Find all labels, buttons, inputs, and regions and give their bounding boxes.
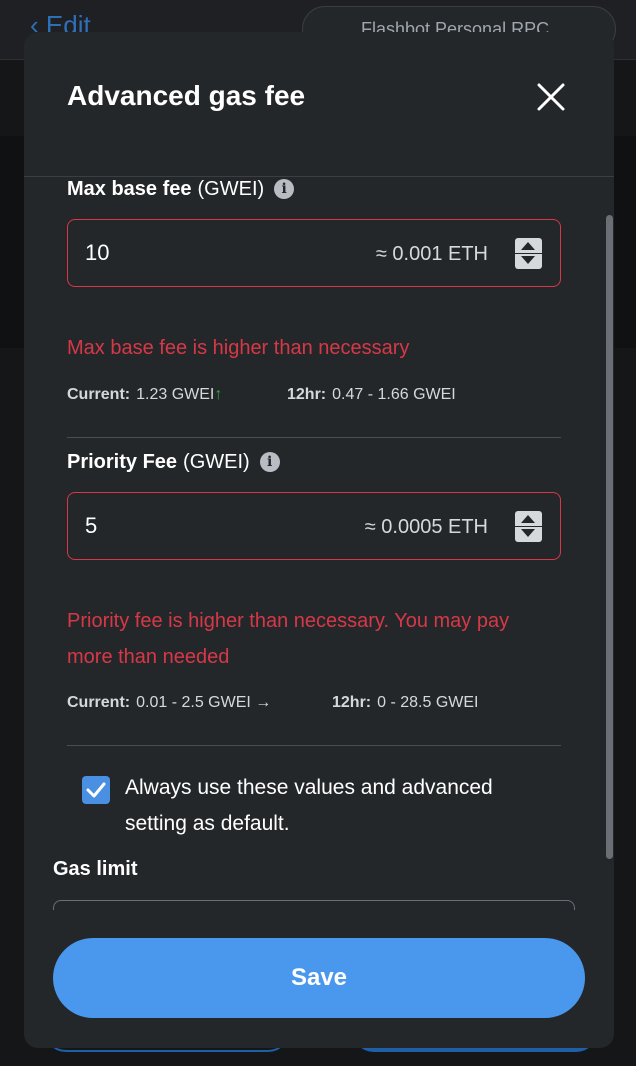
stepper-up-icon[interactable] — [521, 515, 535, 523]
modal-scroll-area[interactable]: Max base fee (GWEI) i 10 ≈ 0.001 ETH Max b… — [24, 178, 614, 910]
stepper-down-icon[interactable] — [521, 529, 535, 537]
checkmark-icon — [86, 782, 106, 798]
modal-title: Advanced gas fee — [67, 80, 306, 111]
close-button[interactable] — [534, 80, 568, 114]
default-values-checkbox-label[interactable]: Always use these values and advanced set… — [125, 770, 545, 842]
section-divider — [67, 437, 561, 438]
info-icon[interactable]: i — [259, 452, 280, 472]
max-base-fee-value[interactable]: 10 — [85, 240, 109, 266]
info-icon[interactable]: i — [274, 179, 295, 199]
close-icon — [537, 83, 565, 111]
max-base-fee-eth-estimate: ≈ 0.001 ETH — [375, 243, 488, 265]
default-values-checkbox[interactable] — [82, 776, 110, 804]
stepper-up-icon[interactable] — [521, 242, 535, 250]
priority-fee-eth-estimate: ≈ 0.0005 ETH — [364, 516, 488, 538]
priority-fee-label: Priority Fee (GWEI) i — [67, 451, 280, 474]
max-base-fee-stats: Current: 1.23 GWEI↑ 12hr: 0.47 - 1.66 GWEI — [67, 386, 456, 403]
priority-fee-stats: Current: 0.01 - 2.5 GWEI → 12hr: 0 - 28.5 … — [67, 694, 479, 711]
max-base-fee-stepper[interactable] — [515, 238, 542, 269]
max-base-fee-label: Max base fee (GWEI) i — [67, 178, 295, 201]
modal-header: Advanced gas fee — [24, 32, 614, 177]
advanced-gas-fee-modal: Advanced gas fee Max base fee (GWEI) i 10 … — [24, 32, 614, 1048]
priority-fee-error: Priority fee is higher than necessary. Y… — [67, 610, 510, 668]
arrow-right-icon: → — [250, 694, 272, 711]
max-base-fee-error: Max base fee is higher than necessary — [67, 337, 410, 359]
priority-fee-stepper[interactable] — [515, 511, 542, 542]
section-divider — [67, 745, 561, 746]
gas-limit-input[interactable]: 100000 — [53, 900, 575, 910]
priority-fee-input[interactable]: 5 ≈ 0.0005 ETH — [67, 492, 561, 560]
scrollbar[interactable] — [606, 215, 613, 859]
arrow-up-icon: ↑ — [214, 386, 223, 403]
priority-fee-value[interactable]: 5 — [85, 513, 97, 539]
gas-limit-label: Gas limit — [53, 858, 138, 880]
stepper-down-icon[interactable] — [521, 256, 535, 264]
save-button[interactable]: Save — [53, 938, 585, 1018]
max-base-fee-input[interactable]: 10 ≈ 0.001 ETH — [67, 219, 561, 287]
